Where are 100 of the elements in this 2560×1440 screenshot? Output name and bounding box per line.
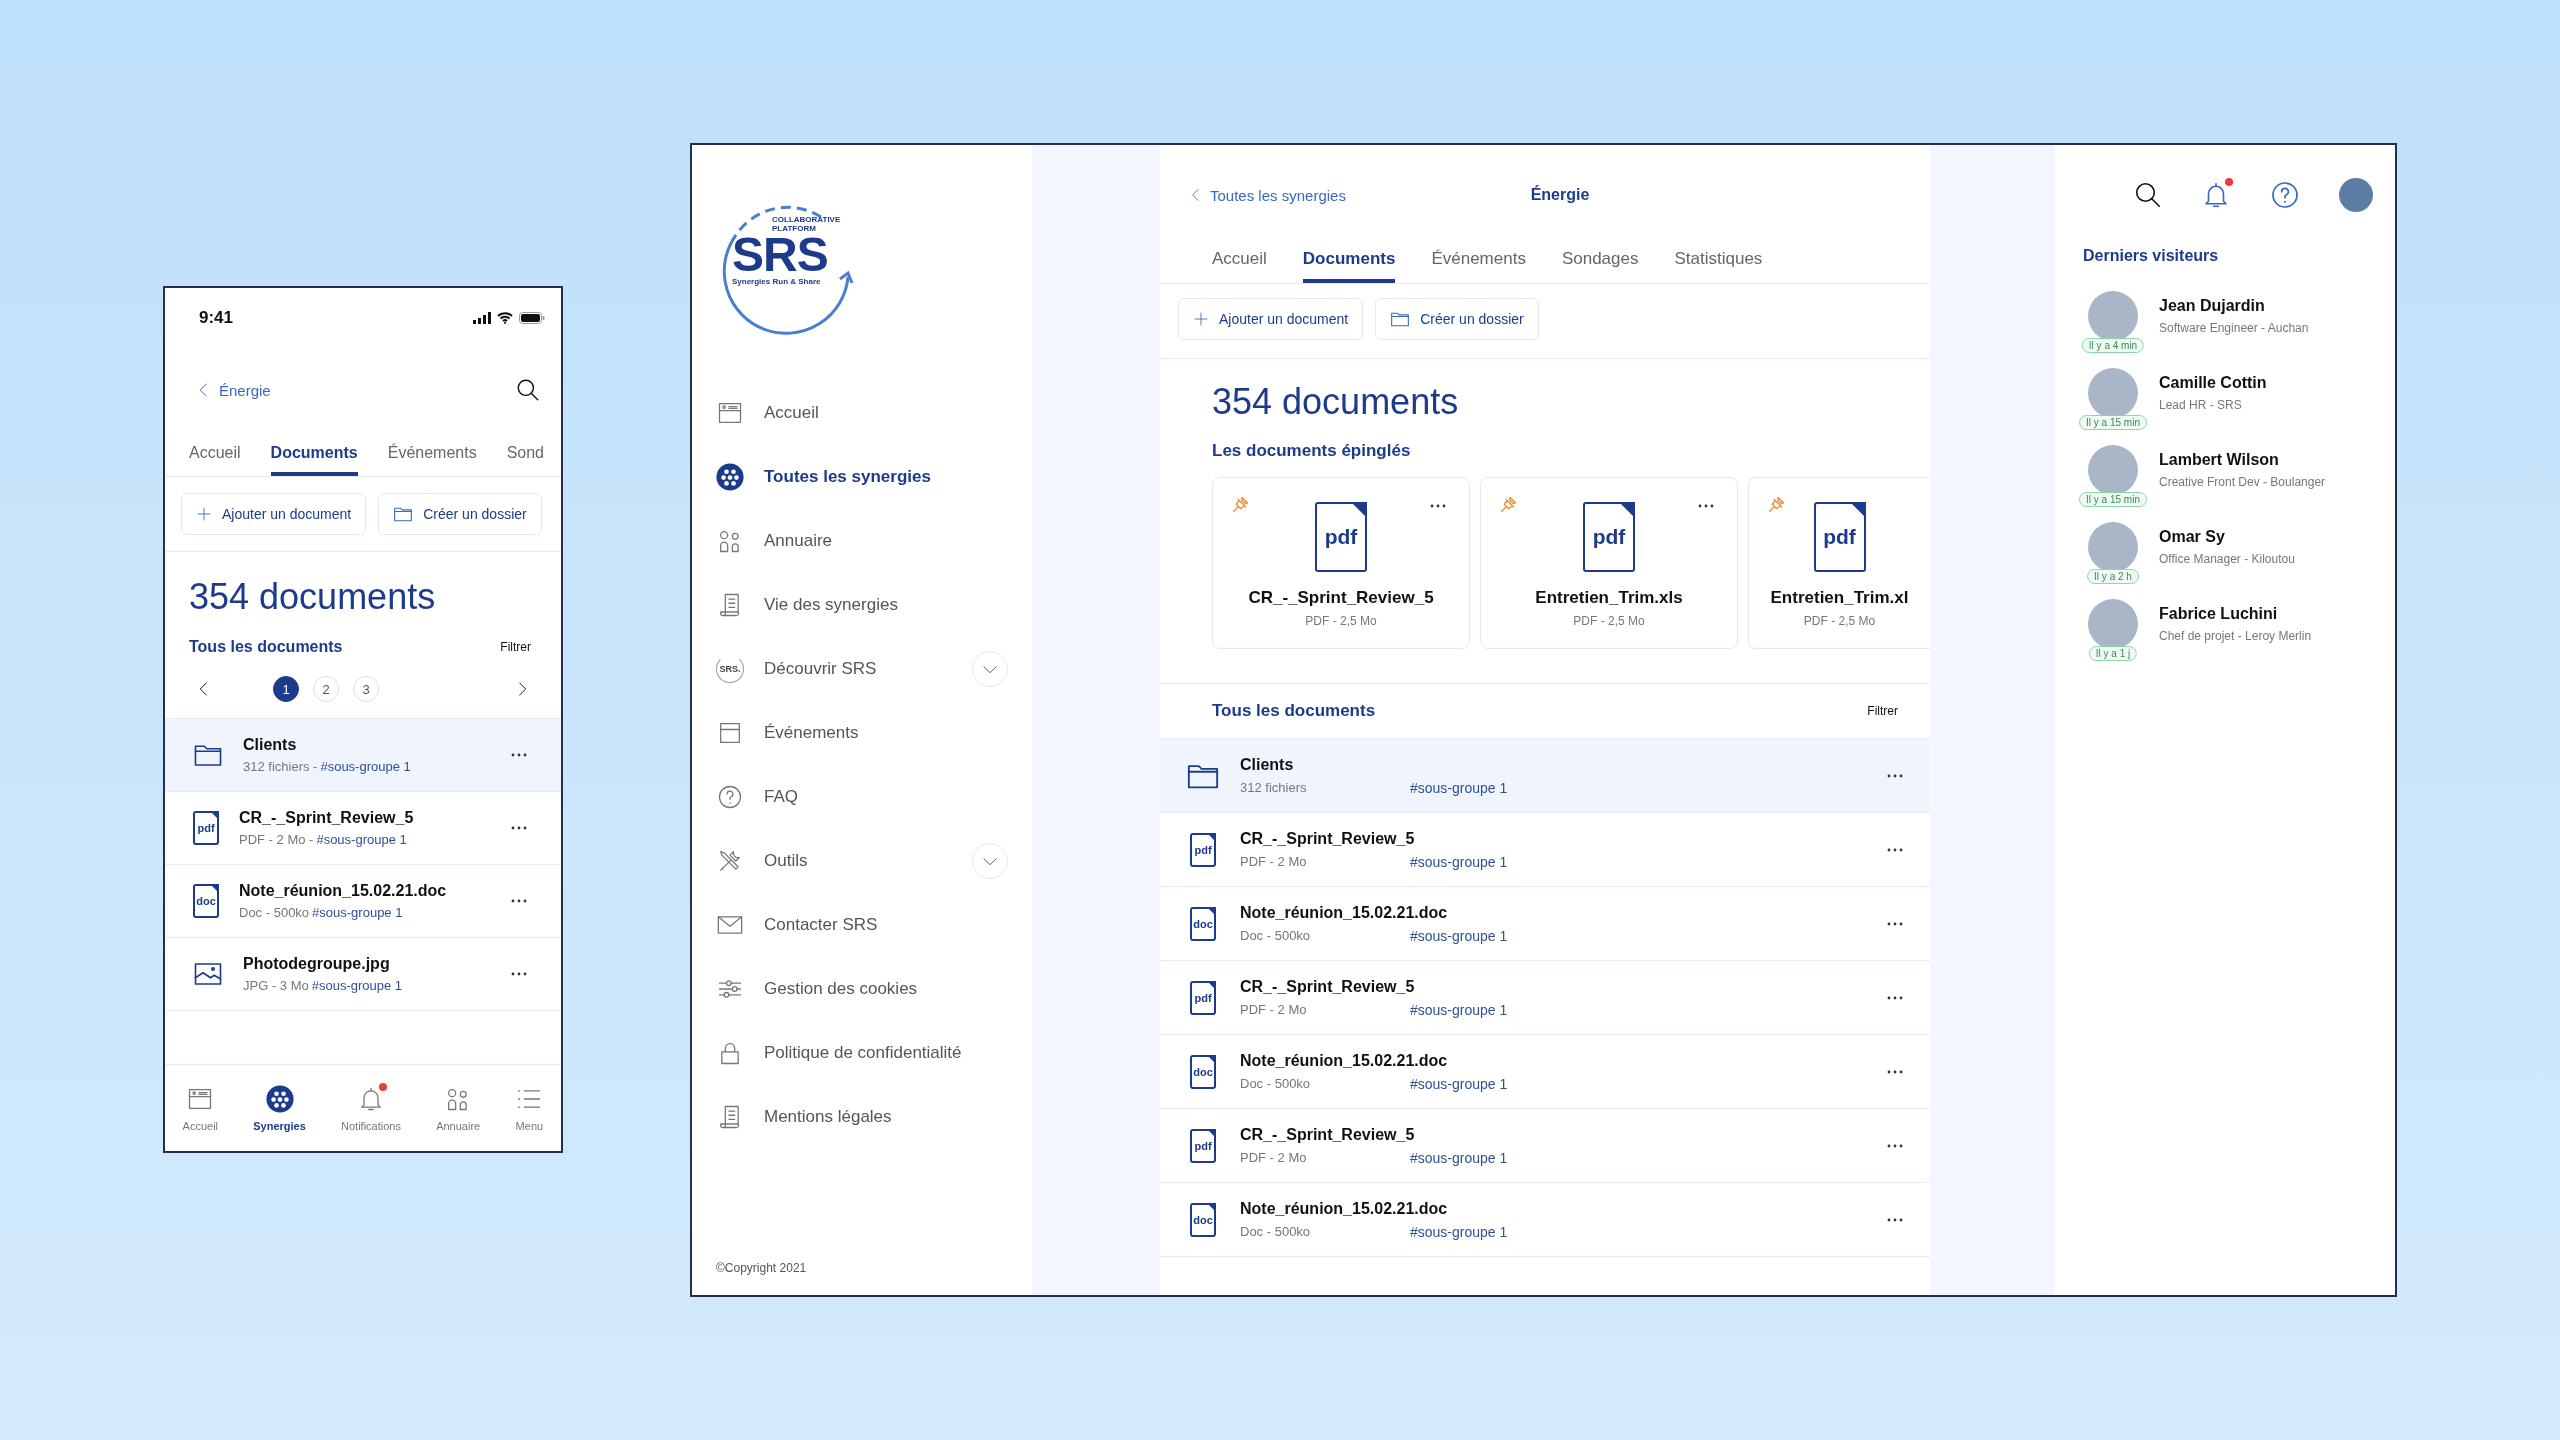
visitor-role: Lead HR - SRS xyxy=(2159,398,2243,412)
more-icon[interactable] xyxy=(511,972,527,976)
document-row[interactable]: pdf CR_-_Sprint_Review_5 PDF - 2 Mo #sous-groupe 1 xyxy=(1160,813,1930,887)
tab[interactable]: Accueil xyxy=(189,444,241,476)
document-row[interactable]: doc Note_réunion_15.02.21.doc Doc - 500ko #sous-groupe 1 xyxy=(165,865,561,938)
more-icon[interactable] xyxy=(1886,1217,1904,1222)
plus-icon xyxy=(196,506,212,522)
document-row[interactable]: pdf CR_-_Sprint_Review_5 PDF - 2 Mo #sous-groupe 1 xyxy=(1160,961,1930,1035)
pin-icon xyxy=(1767,496,1785,514)
time-badge: Il y a 1 j xyxy=(2088,646,2138,661)
pinned-document-card[interactable]: pdf Entretien_Trim.xl PDF - 2,5 Mo xyxy=(1748,477,1930,649)
document-row[interactable]: Clients 312 fichiers - #sous-groupe 1 xyxy=(165,719,561,792)
action-button[interactable]: Ajouter un document xyxy=(181,493,367,535)
sidebar-item[interactable]: Toutes les synergies xyxy=(716,463,931,491)
more-icon[interactable] xyxy=(511,899,527,903)
sidebar-item[interactable]: FAQ xyxy=(716,783,798,811)
document-row[interactable]: Clients 312 fichiers #sous-groupe 1 xyxy=(1160,739,1930,813)
filter-link[interactable]: Filtrer xyxy=(1867,704,1898,718)
more-icon[interactable] xyxy=(1886,773,1904,778)
avatar xyxy=(2088,599,2138,649)
pin-icon xyxy=(1231,496,1249,514)
group-tag: #sous-groupe 1 xyxy=(1410,1001,1508,1018)
file-type-label: pdf xyxy=(1823,525,1856,549)
document-row[interactable]: doc Note_réunion_15.02.21.doc Doc - 500ko #sous-groupe 1 xyxy=(1160,1035,1930,1109)
tab[interactable]: Événements xyxy=(387,444,477,476)
tab[interactable]: Sond xyxy=(506,444,544,476)
document-name: Entretien_Trim.xl xyxy=(1770,588,1909,608)
sidebar-item[interactable]: Mentions légales xyxy=(716,1103,892,1131)
nav-item[interactable]: Menu xyxy=(515,1084,544,1132)
tab[interactable]: Documents xyxy=(270,444,358,476)
search-icon[interactable] xyxy=(515,377,541,403)
visitor-name: Fabrice Luchini xyxy=(2159,605,2279,623)
page-corner xyxy=(1207,980,1216,990)
file-type-label: doc xyxy=(1193,917,1213,930)
nav-item[interactable]: Accueil xyxy=(182,1084,219,1132)
more-icon[interactable] xyxy=(1886,995,1904,1000)
dots-circle-icon xyxy=(265,1084,294,1113)
more-icon[interactable] xyxy=(511,753,527,757)
document-name: Photodegroupe.jpg xyxy=(243,955,391,973)
action-button[interactable]: Ajouter un document xyxy=(1178,298,1364,340)
back-link[interactable]: Énergie xyxy=(195,381,271,399)
document-count: 354 documents xyxy=(1211,380,1460,423)
user-avatar[interactable] xyxy=(2339,178,2373,212)
visitor-name: Lambert Wilson xyxy=(2159,451,2280,469)
nav-item[interactable]: Notifications xyxy=(341,1084,401,1132)
sidebar-item[interactable]: SRS. Découvrir SRS xyxy=(716,655,877,683)
group-tag: #sous-groupe 1 xyxy=(1410,1075,1508,1092)
visitor-role: Creative Front Dev - Boulanger xyxy=(2159,475,2326,489)
nav-item[interactable]: Annuaire xyxy=(436,1084,481,1132)
signal-icon xyxy=(473,312,491,324)
tab[interactable]: Accueil xyxy=(1212,249,1267,283)
more-icon[interactable] xyxy=(1886,1143,1904,1148)
more-icon[interactable] xyxy=(1886,921,1904,926)
sidebar-item[interactable]: Événements xyxy=(716,719,859,747)
group-tag: #sous-groupe 1 xyxy=(320,759,411,774)
tab[interactable]: Événements xyxy=(1431,249,1526,283)
page-corner xyxy=(1351,502,1367,518)
file-type-label: pdf xyxy=(1194,843,1212,856)
document-row[interactable]: pdf CR_-_Sprint_Review_5 PDF - 2 Mo - #sous-groupe 1 xyxy=(165,792,561,865)
more-icon[interactable] xyxy=(1697,504,1715,508)
action-button[interactable]: Créer un dossier xyxy=(1375,298,1539,340)
document-row[interactable]: doc Note_réunion_15.02.21.doc Doc - 500ko #sous-groupe 1 xyxy=(1160,887,1930,961)
pinned-document-card[interactable]: pdf Entretien_Trim.xls PDF - 2,5 Mo xyxy=(1480,477,1738,649)
document-row[interactable]: pdf CR_-_Sprint_Review_5 PDF - 2 Mo #sous-groupe 1 xyxy=(1160,1109,1930,1183)
visitor-name: Omar Sy xyxy=(2159,528,2226,546)
search-icon[interactable] xyxy=(2133,180,2163,210)
sidebar-item[interactable]: Annuaire xyxy=(716,527,833,555)
sidebar-item[interactable]: Outils xyxy=(716,847,808,875)
sidebar-item[interactable]: Vie des synergies xyxy=(716,591,898,619)
more-icon[interactable] xyxy=(1429,504,1447,508)
document-row[interactable]: doc Note_réunion_15.02.21.doc Doc - 500ko #sous-groupe 1 xyxy=(1160,1183,1930,1257)
page-number[interactable]: 1 xyxy=(273,676,299,702)
tab[interactable]: Statistiques xyxy=(1674,249,1763,283)
filter-link[interactable]: Filtrer xyxy=(500,640,531,654)
more-icon[interactable] xyxy=(1886,847,1904,852)
sidebar-item[interactable]: Gestion des cookies xyxy=(716,975,918,1003)
more-icon[interactable] xyxy=(1886,1069,1904,1074)
tab[interactable]: Documents xyxy=(1302,249,1396,283)
document-row[interactable]: Photodegroupe.jpg JPG - 3 Mo #sous-groupe 1 xyxy=(165,938,561,1011)
group-tag: #sous-groupe 1 xyxy=(1410,853,1508,870)
action-button[interactable]: Créer un dossier xyxy=(378,493,542,535)
document-name: Entretien_Trim.xls xyxy=(1535,588,1683,608)
more-icon[interactable] xyxy=(511,826,527,830)
sidebar-item[interactable]: Accueil xyxy=(716,399,819,427)
section-title: Tous les documents xyxy=(189,638,343,656)
back-link[interactable]: Toutes les synergies xyxy=(1188,186,1346,204)
document-meta: PDF - 2 Mo xyxy=(1240,1001,1308,1018)
page-corner xyxy=(1207,906,1216,916)
time-badge: Il y a 2 h xyxy=(2087,569,2139,584)
pin-icon xyxy=(1499,496,1517,514)
sidebar-item[interactable]: Politique de confidentialité xyxy=(716,1039,962,1067)
sidebar-item[interactable]: Contacter SRS xyxy=(716,911,878,939)
help-icon[interactable] xyxy=(2269,179,2301,211)
logo-subtitle: Synergies Run & Share xyxy=(732,277,822,286)
document-meta: PDF - 2,5 Mo xyxy=(1305,614,1377,628)
tab[interactable]: Sondages xyxy=(1561,249,1639,283)
document-name: Note_réunion_15.02.21.doc xyxy=(1240,1051,1449,1070)
pinned-document-card[interactable]: pdf CR_-_Sprint_Review_5 PDF - 2,5 Mo xyxy=(1212,477,1470,649)
document-name: Note_réunion_15.02.21.doc xyxy=(1240,1199,1449,1218)
nav-item[interactable]: Synergies xyxy=(253,1084,306,1132)
